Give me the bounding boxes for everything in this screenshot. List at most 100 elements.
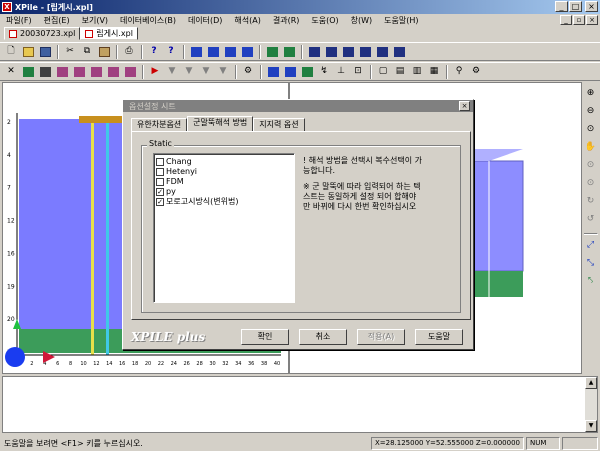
zoom-extents-icon[interactable]: ⊙ [583, 158, 599, 173]
checkbox[interactable] [156, 158, 164, 166]
moment-icon[interactable]: ▼ [215, 64, 231, 79]
open-folder-icon[interactable] [20, 44, 36, 59]
menu-window[interactable]: 창(W) [345, 15, 379, 26]
cut-icon[interactable]: ✂ [62, 44, 78, 59]
settings-icon[interactable]: ⚙ [468, 64, 484, 79]
pile-section-icon[interactable] [88, 64, 104, 79]
checkbox[interactable] [156, 178, 164, 186]
soil-layer-icon[interactable] [20, 64, 36, 79]
menu-view[interactable]: 보기(V) [76, 15, 114, 26]
moment-diagram-icon[interactable]: ⊡ [350, 64, 366, 79]
view-front-icon[interactable] [306, 44, 322, 59]
copy-icon[interactable]: ⧉ [79, 44, 95, 59]
scroll-down-icon[interactable]: ▼ [585, 420, 597, 432]
pile-group-icon[interactable] [71, 64, 87, 79]
checkbox-checked[interactable]: ✓ [156, 188, 164, 196]
menu-tools[interactable]: 도움(O) [305, 15, 344, 26]
minimize-button[interactable]: _ [555, 1, 568, 12]
report-icon[interactable] [281, 44, 297, 59]
result-graph-icon[interactable] [299, 64, 315, 79]
menu-data[interactable]: 데이터(D) [182, 15, 228, 26]
load-x-icon[interactable]: ▼ [164, 64, 180, 79]
output-pane[interactable]: ▲ ▼ [2, 376, 598, 433]
context-help-icon[interactable]: ? [163, 44, 179, 59]
view-top-icon[interactable] [323, 44, 339, 59]
select-icon[interactable]: ✕ [3, 64, 19, 79]
view-side-icon[interactable] [340, 44, 356, 59]
load-icon[interactable]: ▶ [147, 64, 163, 79]
doc-tab-2[interactable]: 립게시.xpl [80, 27, 138, 40]
method-item[interactable]: ✓ py [156, 187, 292, 197]
dialog-close-button[interactable]: × [459, 101, 470, 111]
load-y-icon[interactable]: ▼ [181, 64, 197, 79]
tile-window-icon[interactable] [205, 44, 221, 59]
tile-vertical-icon[interactable] [239, 44, 255, 59]
checkbox-checked[interactable]: ✓ [156, 198, 164, 206]
method-item[interactable]: FDM [156, 177, 292, 187]
menu-file[interactable]: 파일(F) [0, 15, 38, 26]
list-icon[interactable]: ▥ [409, 64, 425, 79]
doc-restore-button[interactable]: ▫ [573, 15, 585, 25]
export-icon[interactable] [264, 44, 280, 59]
frame-icon[interactable]: ▢ [375, 64, 391, 79]
method-item[interactable]: Hetenyi [156, 167, 292, 177]
calc-icon[interactable]: ▦ [426, 64, 442, 79]
output-scrollbar[interactable]: ▲ ▼ [585, 377, 597, 432]
method-item[interactable]: ✓ 모로고시방식(변위법) [156, 197, 292, 207]
menu-database[interactable]: 데이터베이스(B) [114, 15, 182, 26]
apply-button[interactable]: 적용(A) [357, 329, 405, 345]
pile-head-icon[interactable] [122, 64, 138, 79]
redraw-icon[interactable]: ↺ [583, 212, 599, 227]
zoom-window-icon[interactable]: ⊙ [583, 122, 599, 137]
checkbox[interactable] [156, 168, 164, 176]
layer-table-icon[interactable] [265, 64, 281, 79]
cascade-window-icon[interactable] [188, 44, 204, 59]
maximize-button[interactable]: □ [569, 1, 582, 12]
help-button[interactable]: 도움말 [415, 329, 463, 345]
result-3d-icon[interactable] [282, 64, 298, 79]
view-3d-icon[interactable] [357, 44, 373, 59]
new-file-icon[interactable]: 🗋 [3, 44, 19, 59]
x-tick-label: 38 [261, 361, 267, 367]
doc-close-button[interactable]: × [586, 15, 598, 25]
doc-minimize-button[interactable]: _ [560, 15, 572, 25]
support-icon[interactable]: ⚙ [240, 64, 256, 79]
help-icon[interactable]: ? [146, 44, 162, 59]
link-icon[interactable]: ⚲ [451, 64, 467, 79]
menu-help[interactable]: 도움말(H) [378, 15, 424, 26]
ok-button[interactable]: 확인 [241, 329, 289, 345]
view-iso-icon[interactable] [391, 44, 407, 59]
pile-material-icon[interactable] [105, 64, 121, 79]
pile-cap-icon[interactable] [37, 64, 53, 79]
menu-edit[interactable]: 편집(E) [38, 15, 76, 26]
cancel-button[interactable]: 취소 [299, 329, 347, 345]
zoom-in-icon[interactable]: ⊕ [583, 86, 599, 101]
close-button[interactable]: × [585, 1, 598, 12]
rotate-z-icon[interactable]: ⤣ [583, 274, 599, 289]
tab-group-pile-method[interactable]: 군말뚝해석 방법 [187, 116, 254, 131]
deflection-icon[interactable]: ⊥ [333, 64, 349, 79]
rotate-y-icon[interactable]: ⤡ [583, 256, 599, 271]
pan-hand-icon[interactable]: ✋ [583, 140, 599, 155]
tab-bearing-option[interactable]: 지지력 옵션 [253, 118, 305, 131]
view-grid-icon[interactable] [374, 44, 390, 59]
save-icon[interactable] [37, 44, 53, 59]
load-z-icon[interactable]: ▼ [198, 64, 214, 79]
print-icon[interactable]: ⎙ [121, 44, 137, 59]
rotate-x-icon[interactable]: ⤢ [583, 238, 599, 253]
menu-result[interactable]: 결과(R) [267, 15, 306, 26]
paste-icon[interactable] [96, 44, 112, 59]
method-item[interactable]: Chang [156, 157, 292, 167]
tab-finite-difference[interactable]: 유한차분옵션 [131, 118, 188, 131]
table-icon[interactable]: ▤ [392, 64, 408, 79]
tile-horizontal-icon[interactable] [222, 44, 238, 59]
doc-tab-1[interactable]: 20030723.xpl [4, 27, 81, 40]
menu-analysis[interactable]: 해석(A) [228, 15, 266, 26]
zoom-previous-icon[interactable]: ⊙ [583, 176, 599, 191]
scroll-up-icon[interactable]: ▲ [585, 377, 597, 389]
refresh-icon[interactable]: ↻ [583, 194, 599, 209]
diagram-icon[interactable]: ↯ [316, 64, 332, 79]
method-listbox[interactable]: Chang Hetenyi FDM ✓ py ✓ 모로고시방식(변위법) [153, 153, 295, 303]
pile-icon[interactable] [54, 64, 70, 79]
zoom-out-icon[interactable]: ⊖ [583, 104, 599, 119]
